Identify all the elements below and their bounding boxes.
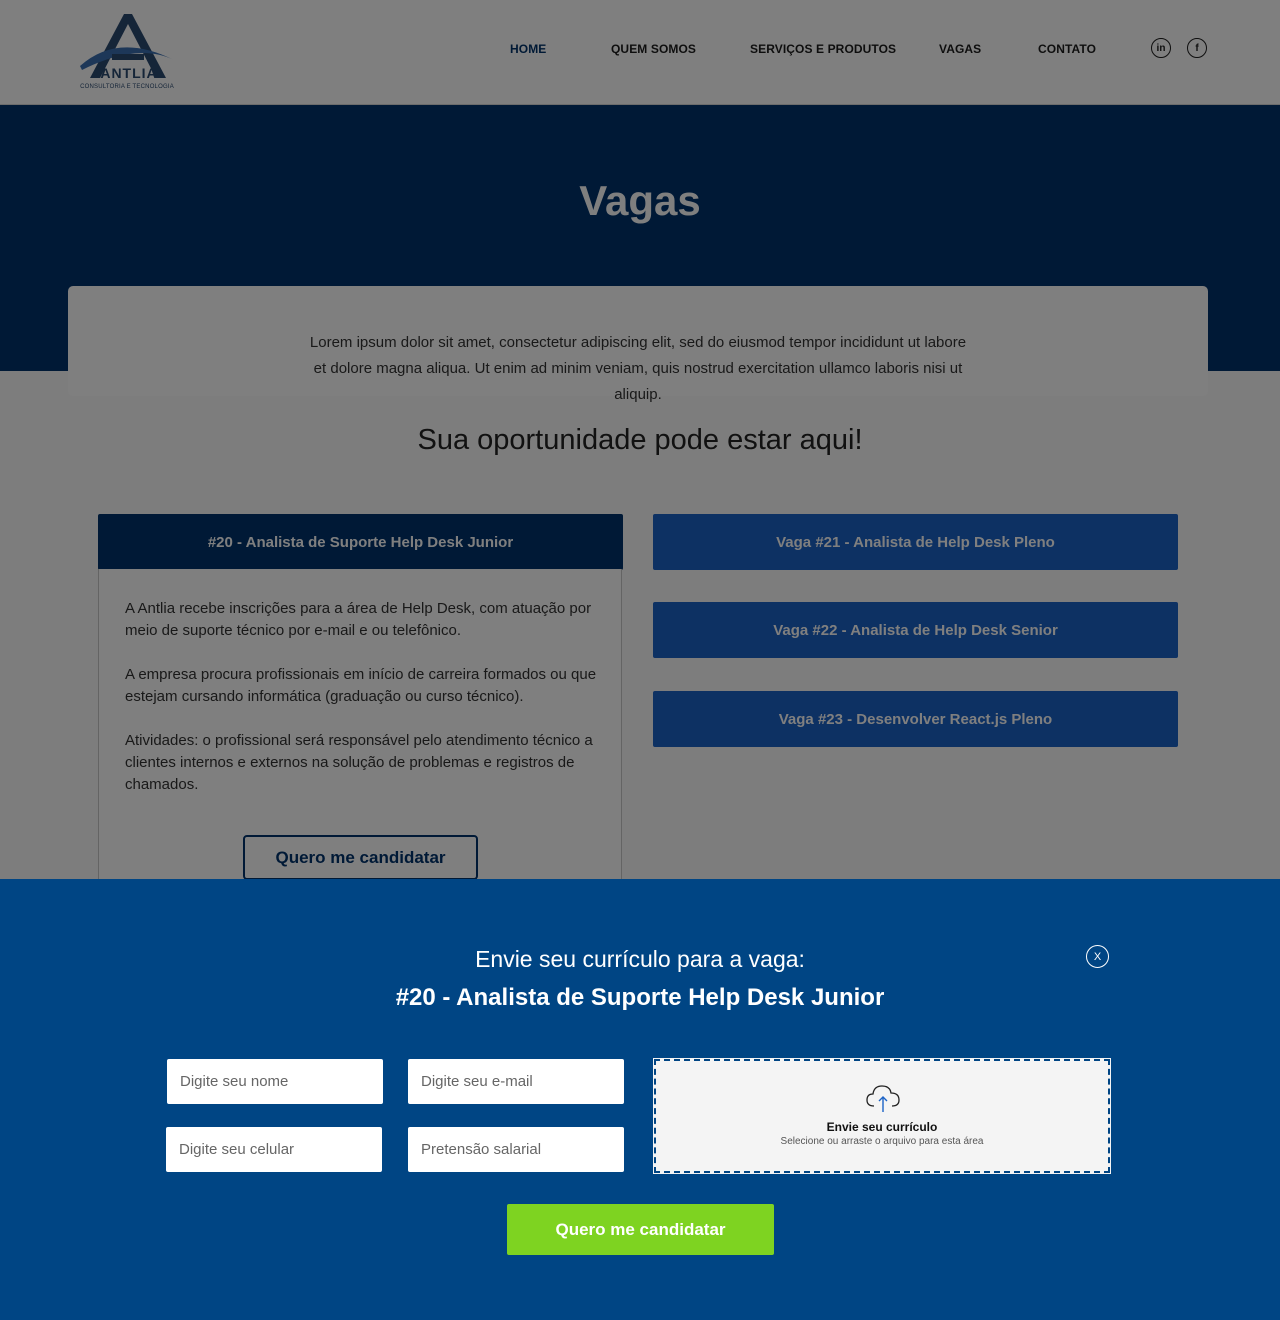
upload-hint: Selecione ou arraste o arquivo para esta… [780, 1136, 984, 1147]
close-icon[interactable]: X [1086, 945, 1109, 968]
cloud-upload-icon [866, 1085, 900, 1112]
upload-title: Envie seu currículo [826, 1120, 938, 1134]
modal-job-title: #20 - Analista de Suporte Help Desk Juni… [395, 984, 885, 1011]
salary-field[interactable] [408, 1127, 624, 1172]
resume-upload-dropzone[interactable]: Envie seu currículo Selecione ou arraste… [653, 1058, 1111, 1174]
application-modal: Envie seu currículo para a vaga: #20 - A… [0, 879, 1280, 1320]
modal-backdrop[interactable] [0, 0, 1280, 879]
name-field[interactable] [167, 1059, 383, 1104]
email-field[interactable] [408, 1059, 624, 1104]
phone-field[interactable] [166, 1127, 382, 1172]
submit-application-button[interactable]: Quero me candidatar [507, 1204, 774, 1255]
